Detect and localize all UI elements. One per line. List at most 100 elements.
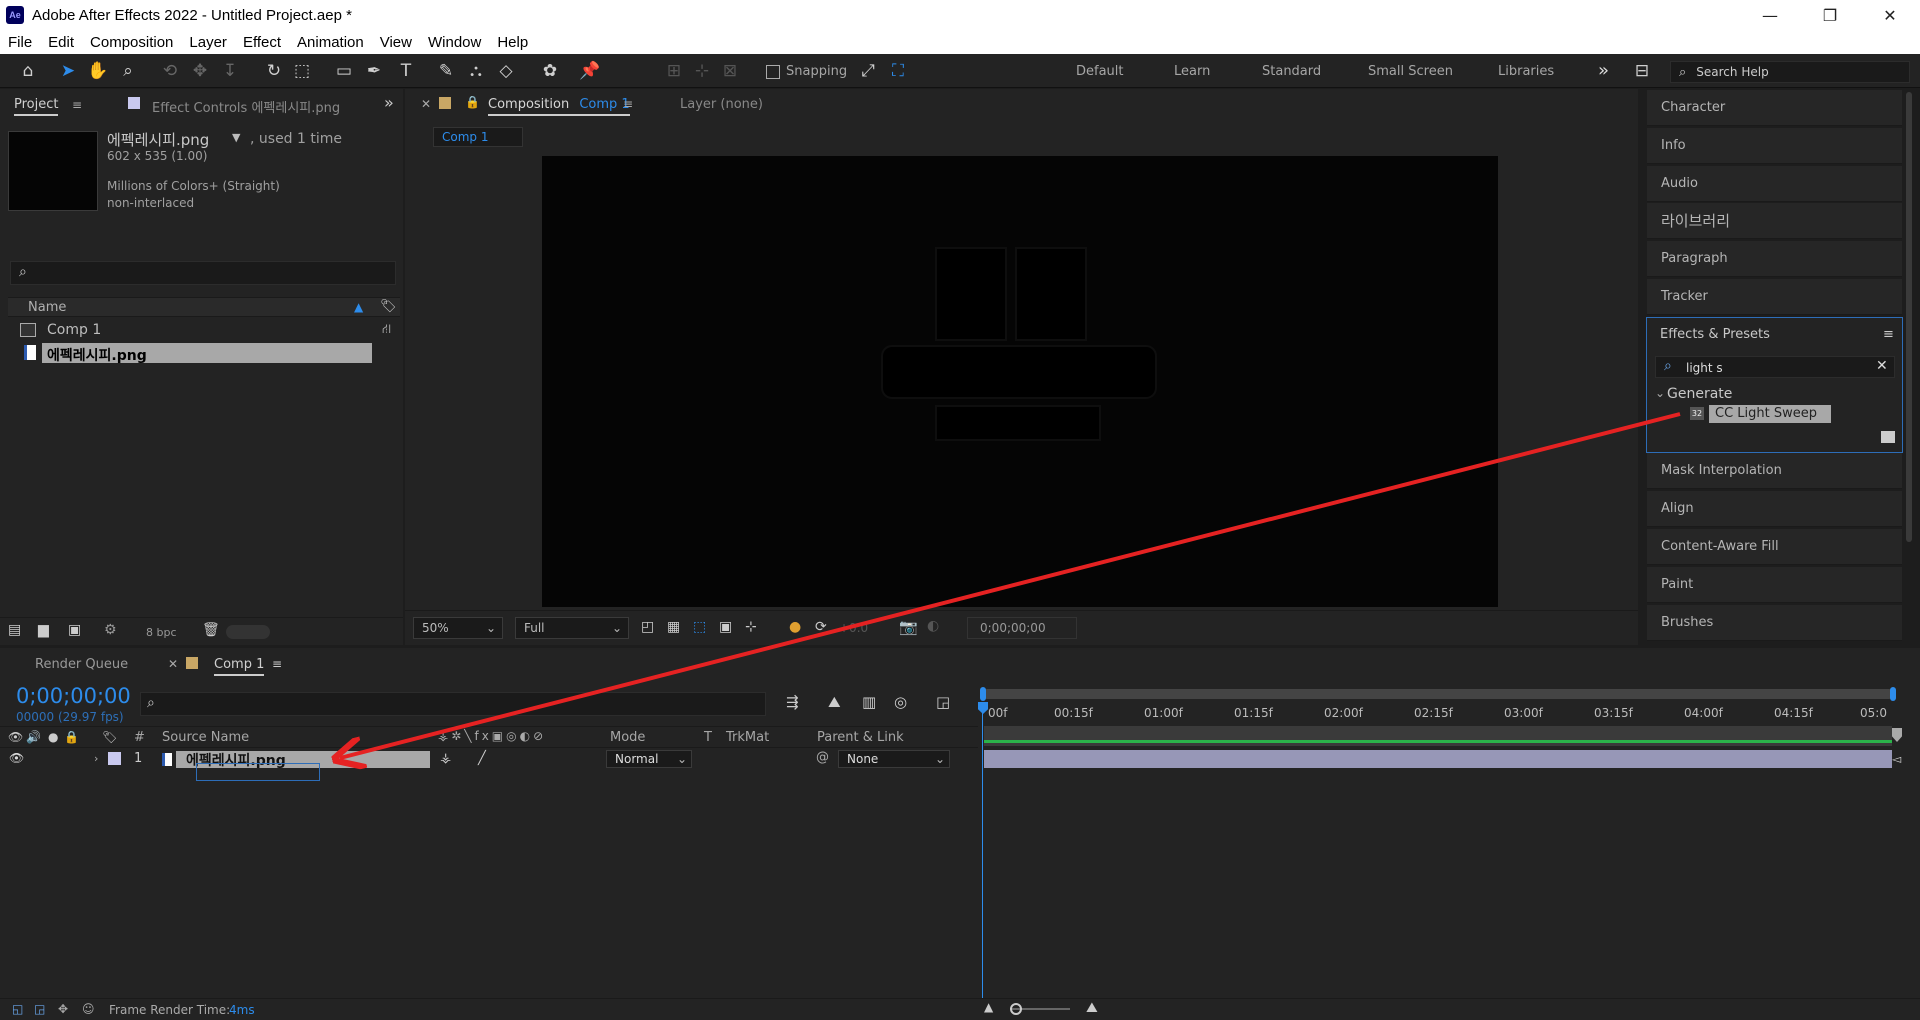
panel-audio[interactable]: Audio xyxy=(1647,166,1902,202)
tab-effect-controls[interactable]: Effect Controls 에펙레시피.png xyxy=(152,97,340,116)
tab-composition[interactable]: Composition Comp 1 xyxy=(488,97,630,116)
solo-switch-icon[interactable]: ● xyxy=(48,730,58,744)
rotate-tool-icon[interactable]: ↻ xyxy=(262,60,286,82)
tab-timeline-comp[interactable]: Comp 1 xyxy=(214,657,265,676)
frame-blending-icon[interactable]: ▥ xyxy=(862,693,876,711)
menu-animation[interactable]: Animation xyxy=(289,34,372,51)
pen-tool-icon[interactable]: ✒ xyxy=(362,60,386,82)
composition-mini-flowchart-icon[interactable]: ⇶ xyxy=(786,693,799,711)
mask-visibility-icon[interactable]: ⬚ xyxy=(693,619,706,635)
new-preset-icon[interactable] xyxy=(1881,431,1895,443)
tab-render-queue[interactable]: Render Queue xyxy=(35,657,128,672)
layer-label-color[interactable] xyxy=(108,752,121,765)
panel-brushes[interactable]: Brushes xyxy=(1647,605,1902,641)
layer-visibility-icon[interactable]: 👁 xyxy=(9,751,24,765)
dolly-camera-icon[interactable]: ↧ xyxy=(218,60,242,82)
effects-presets-title[interactable]: Effects & Presets xyxy=(1660,327,1770,342)
tab-layer[interactable]: Layer (none) xyxy=(680,97,763,112)
navigator-end-handle[interactable] xyxy=(1890,687,1896,701)
zoom-in-icon[interactable]: ⛰ xyxy=(1086,1000,1098,1016)
transfer-controls-toggle-icon[interactable]: ◲ xyxy=(34,1002,45,1016)
menu-file[interactable]: File xyxy=(0,34,40,51)
panel-libraries[interactable]: 라이브러리 xyxy=(1647,203,1902,239)
panel-paint[interactable]: Paint xyxy=(1647,567,1902,603)
menu-view[interactable]: View xyxy=(372,34,420,51)
project-menu-icon[interactable]: ≡ xyxy=(72,98,82,112)
project-settings-icon[interactable]: ⚙ xyxy=(104,622,117,638)
panel-content-aware-fill[interactable]: Content-Aware Fill xyxy=(1647,529,1902,565)
layer-switches-toggle-icon[interactable]: ◱ xyxy=(12,1002,23,1016)
fast-previews-icon[interactable]: ◰ xyxy=(641,619,654,635)
graph-editor-icon[interactable]: ◲ xyxy=(936,693,950,711)
workspace-menu-icon[interactable]: ⊟ xyxy=(1630,60,1654,82)
snap-bounds-icon[interactable]: ⛶ xyxy=(886,60,910,82)
home-icon[interactable]: ⌂ xyxy=(16,60,40,82)
panel-paragraph[interactable]: Paragraph xyxy=(1647,241,1902,277)
show-snapshot-icon[interactable]: ◐ xyxy=(927,618,939,634)
draft-3d-icon[interactable]: ⛰ xyxy=(828,693,841,711)
work-area-bar[interactable] xyxy=(984,726,1892,746)
effects-menu-icon[interactable]: ≡ xyxy=(1883,327,1894,342)
color-management-icon[interactable]: ● xyxy=(789,619,801,635)
exposure-value[interactable]: +0.0 xyxy=(839,621,868,635)
transparency-grid-icon[interactable]: ▦ xyxy=(667,619,680,635)
workspace-small-screen[interactable]: Small Screen xyxy=(1368,64,1453,79)
selection-tool-icon[interactable]: ➤ xyxy=(56,60,80,82)
comp-button-icon[interactable]: ◅ xyxy=(1892,752,1901,766)
interpret-footage-icon[interactable]: ▤ xyxy=(8,622,21,638)
comp-subtab[interactable]: Comp 1 xyxy=(433,127,523,147)
effect-item-cc-light-sweep[interactable]: CC Light Sweep xyxy=(1709,405,1831,423)
maximize-button[interactable]: ❐ xyxy=(1800,0,1860,30)
comp-panel-menu-icon[interactable]: ≡ xyxy=(623,97,633,111)
layer-parent-dropdown[interactable]: None ⌄ xyxy=(838,750,950,768)
zoom-tool-icon[interactable]: ⌕ xyxy=(116,60,140,82)
effects-category-generate[interactable]: Generate xyxy=(1667,386,1732,402)
zoom-out-icon[interactable]: ▲ xyxy=(984,1000,993,1014)
hand-tool-icon[interactable]: ✋ xyxy=(86,60,110,82)
new-folder-icon[interactable]: ▆ xyxy=(38,622,49,638)
panel-character[interactable]: Character xyxy=(1647,90,1902,126)
roto-brush-icon[interactable]: ✿ xyxy=(538,60,562,82)
resolution-dropdown[interactable]: Full ⌄ xyxy=(515,617,629,639)
usage-dropdown-icon[interactable]: ▼ xyxy=(232,131,240,144)
workspace-more-icon[interactable]: » xyxy=(1598,60,1609,81)
trash-icon[interactable]: 🗑 xyxy=(202,622,220,638)
column-trkmat[interactable]: TrkMat xyxy=(726,730,769,745)
workspace-learn[interactable]: Learn xyxy=(1174,64,1210,79)
snapping-checkbox[interactable] xyxy=(766,65,780,79)
project-item-image[interactable]: 에펙레시피.png xyxy=(47,345,147,365)
axis-local-icon[interactable]: ⊞ xyxy=(662,60,686,82)
playhead-line[interactable] xyxy=(982,712,983,998)
column-source-name[interactable]: Source Name xyxy=(162,730,249,745)
comp-canvas[interactable] xyxy=(542,156,1498,607)
pan-behind-icon[interactable]: ⬚ xyxy=(290,60,314,82)
comp-timecode[interactable]: 0;00;00;00 xyxy=(967,617,1077,639)
timeline-menu-icon[interactable]: ≡ xyxy=(272,657,282,671)
panel-tracker[interactable]: Tracker xyxy=(1647,279,1902,315)
workspace-standard[interactable]: Standard xyxy=(1262,64,1321,79)
time-ruler[interactable]: 00f 00:15f 01:00f 01:15f 02:00f 02:15f 0… xyxy=(980,702,1900,726)
close-timeline-tab-icon[interactable]: ✕ xyxy=(168,657,178,671)
lock-icon[interactable]: 🔒 xyxy=(465,95,480,109)
timeline-zoom-handle[interactable] xyxy=(1010,1003,1022,1015)
shy-switch-icon[interactable]: ⚶ xyxy=(440,751,451,766)
menu-layer[interactable]: Layer xyxy=(181,34,235,51)
right-panel-scrollbar[interactable] xyxy=(1906,92,1912,542)
motion-blur-icon[interactable]: ◎ xyxy=(894,693,907,711)
axis-world-icon[interactable]: ⊹ xyxy=(690,60,714,82)
quality-switch-icon[interactable]: ╱ xyxy=(478,751,486,766)
new-composition-icon[interactable]: ▣ xyxy=(68,622,81,638)
label-tag-icon[interactable]: 🏷 xyxy=(102,730,117,744)
timeline-search-input[interactable]: ⌕ xyxy=(140,692,766,716)
project-search-input[interactable]: ⌕ xyxy=(10,261,396,285)
layer-expand-chevron-icon[interactable]: › xyxy=(94,752,98,765)
lock-switch-icon[interactable]: 🔒 xyxy=(64,730,79,744)
snap-arrow-icon[interactable]: ⤢ xyxy=(856,60,880,82)
project-item-comp[interactable]: Comp 1 xyxy=(47,322,101,338)
minimize-button[interactable]: — xyxy=(1740,0,1800,30)
workspace-default[interactable]: Default xyxy=(1076,64,1124,79)
rectangle-tool-icon[interactable]: ▭ xyxy=(332,60,356,82)
column-name-label[interactable]: Name xyxy=(28,300,66,315)
panel-info[interactable]: Info xyxy=(1647,128,1902,164)
panel-align[interactable]: Align xyxy=(1647,491,1902,527)
